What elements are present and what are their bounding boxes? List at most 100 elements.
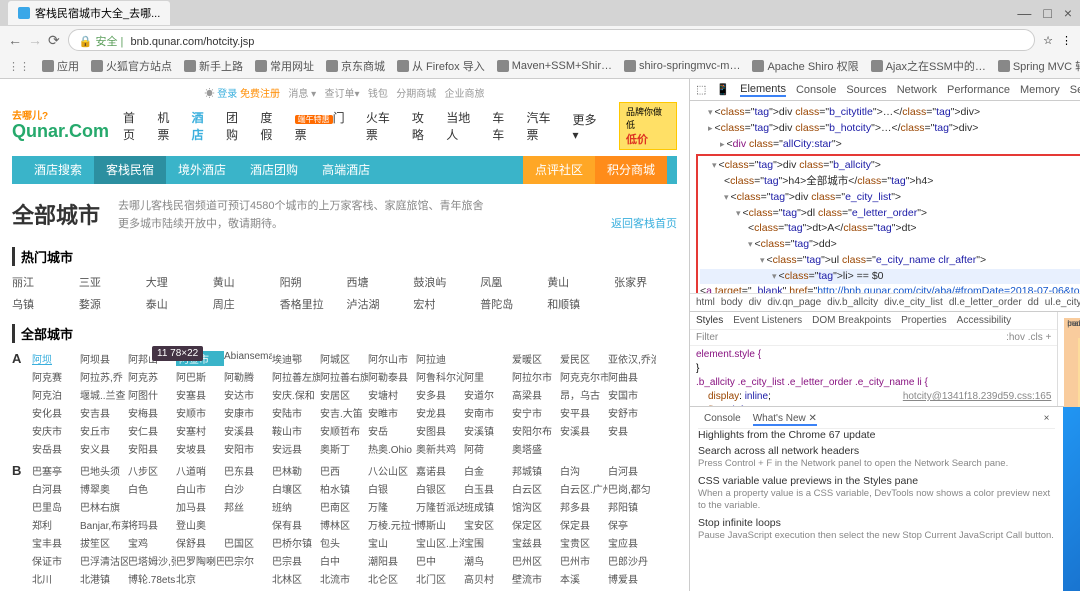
city-link[interactable]: 阿城区	[320, 351, 368, 366]
city-link[interactable]: 巴林右旗	[80, 499, 128, 514]
installment-link[interactable]: 分期商城	[396, 89, 436, 100]
nav-item[interactable]: 机票	[157, 109, 180, 143]
city-link[interactable]: 宝山	[368, 535, 416, 550]
city-link[interactable]: 奥新共鸡	[416, 441, 464, 456]
console-tab[interactable]: Console	[704, 413, 741, 426]
msg-link[interactable]: 消息	[288, 89, 308, 100]
crumb[interactable]: body	[721, 297, 743, 308]
reload-icon[interactable]: ⟳	[48, 32, 60, 49]
devtools-tab[interactable]: Sources	[846, 84, 886, 96]
city-link[interactable]: 班成镇	[464, 499, 512, 514]
hot-city[interactable]: 凤凰	[480, 274, 543, 290]
city-link[interactable]: 安丘市	[80, 423, 128, 438]
nav-item[interactable]: 火车票	[366, 109, 401, 143]
minimize-icon[interactable]: —	[1017, 5, 1031, 21]
city-link[interactable]: 安县	[608, 423, 656, 438]
city-link[interactable]	[464, 351, 512, 366]
city-link[interactable]: 安道尔	[464, 387, 512, 402]
city-link[interactable]: 巴西	[320, 463, 368, 478]
city-link[interactable]: 阿克苏	[128, 369, 176, 384]
city-link[interactable]: 白玉县	[464, 481, 512, 496]
hot-city[interactable]: 黄山	[213, 274, 276, 290]
city-link[interactable]: 拔笙区	[80, 535, 128, 550]
city-link[interactable]: 巴桥尔镇	[272, 535, 320, 550]
city-link[interactable]: 嘉诺县	[416, 463, 464, 478]
hot-city[interactable]: 泸沽湖	[347, 296, 410, 312]
city-link[interactable]: 阿拉迪	[416, 351, 464, 366]
register-link[interactable]: 免费注册	[240, 89, 280, 100]
city-link[interactable]: 巴南区	[320, 499, 368, 514]
city-link[interactable]	[128, 499, 176, 514]
hot-city[interactable]: 阳朔	[280, 274, 343, 290]
nav-item[interactable]: 汽车票	[527, 109, 562, 143]
city-link[interactable]: 阿克赛	[32, 369, 80, 384]
city-link[interactable]: 埃迪鄂	[272, 351, 320, 366]
hot-city[interactable]: 张家界	[614, 274, 677, 290]
city-link[interactable]: 保亭	[608, 517, 656, 532]
logo[interactable]: 去哪儿? Qunar.Com	[12, 112, 109, 140]
close-icon[interactable]: ×	[1064, 5, 1072, 21]
bookmark-item[interactable]: 从 Firefox 导入	[397, 58, 485, 74]
login-link[interactable]: 登录	[217, 89, 237, 100]
city-link[interactable]: 奥斯丁	[320, 441, 368, 456]
devtools-tab[interactable]: Performance	[947, 84, 1010, 96]
devtools-tab[interactable]: Elements	[740, 83, 786, 97]
dom-breadcrumb[interactable]: htmlbodydivdiv.qn_pagediv.b_allcitydiv.e…	[690, 293, 1080, 311]
city-link[interactable]: 安阳尔布	[512, 423, 560, 438]
city-link[interactable]: 安吉县	[80, 405, 128, 420]
city-link[interactable]: 安岳	[368, 423, 416, 438]
city-link[interactable]: 昂，乌古	[560, 387, 608, 402]
nav-item[interactable]: 首页	[123, 109, 146, 143]
city-link[interactable]: 保证市	[32, 553, 80, 568]
city-link[interactable]: 宝鸡	[128, 535, 176, 550]
city-link[interactable]: 安岳县	[32, 441, 80, 456]
city-link[interactable]: 巴宗县	[272, 553, 320, 568]
hot-city[interactable]: 泰山	[146, 296, 209, 312]
city-link[interactable]: 博轮.78ets	[128, 571, 176, 586]
city-link[interactable]: 白银	[368, 481, 416, 496]
city-link[interactable]: 安多县	[416, 387, 464, 402]
styles-tab[interactable]: Properties	[901, 315, 947, 326]
devtools-tab[interactable]: Network	[897, 84, 937, 96]
styles-tab[interactable]: Styles	[696, 315, 723, 326]
menu-icon[interactable]: ⋮	[1061, 34, 1072, 47]
city-link[interactable]: 邦城镇	[512, 463, 560, 478]
hot-city[interactable]: 大理	[146, 274, 209, 290]
city-link[interactable]: 巴州市	[560, 553, 608, 568]
city-link[interactable]: 巴罗陶喇巴,博	[176, 553, 224, 568]
hot-city[interactable]: 和顺镇	[547, 296, 610, 312]
city-link[interactable]: 阿拉尔市	[512, 369, 560, 384]
subnav-item[interactable]: 酒店搜索	[22, 156, 94, 184]
city-link[interactable]: 馆沟区	[512, 499, 560, 514]
city-link[interactable]: 巴里岛	[32, 499, 80, 514]
wallet-link[interactable]: 钱包	[368, 89, 388, 100]
city-link[interactable]: 宝应县	[608, 535, 656, 550]
city-link[interactable]: 保定区	[512, 517, 560, 532]
city-link[interactable]: 安顺哲布	[320, 423, 368, 438]
bookmark-item[interactable]: 火狐官方站点	[91, 58, 172, 74]
city-link[interactable]: 博斯山	[416, 517, 464, 532]
bookmark-item[interactable]: 应用	[42, 58, 79, 74]
city-link[interactable]: 安溪县	[224, 423, 272, 438]
city-link[interactable]: 安梅县	[128, 405, 176, 420]
inspect-icon[interactable]: ⬚	[696, 83, 706, 96]
crumb[interactable]: ul.e_city_name.clr_after	[1045, 297, 1080, 308]
device-icon[interactable]: 📱	[716, 83, 730, 96]
city-link[interactable]: 巴浮清沽区	[80, 553, 128, 568]
city-link[interactable]: 柏水镇	[320, 481, 368, 496]
city-link[interactable]: 保舒县	[176, 535, 224, 550]
city-link[interactable]: 白中	[320, 553, 368, 568]
bookmark-item[interactable]: Apache Shiro 权限	[752, 58, 858, 74]
city-link[interactable]: 安阳市	[224, 441, 272, 456]
city-link[interactable]: 白色	[128, 481, 176, 496]
city-link[interactable]: 邦丝	[224, 499, 272, 514]
city-link[interactable]: 高贝村	[464, 571, 512, 586]
city-link[interactable]: 博林区	[320, 517, 368, 532]
city-link[interactable]: 奥塔盛	[512, 441, 560, 456]
city-link[interactable]: 将玛县	[128, 517, 176, 532]
subnav-item[interactable]: 酒店团购	[238, 156, 310, 184]
nav-item[interactable]: 更多 ▾	[573, 111, 605, 142]
subnav-item[interactable]: 境外酒店	[166, 156, 238, 184]
city-link[interactable]: 博翠奥	[80, 481, 128, 496]
city-link[interactable]: 郑利	[32, 517, 80, 532]
